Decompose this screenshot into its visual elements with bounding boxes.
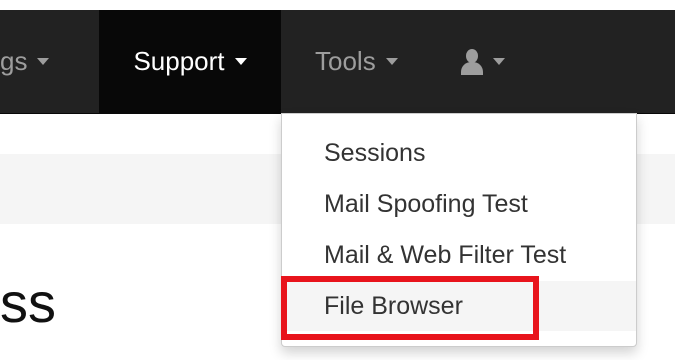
menu-item-sessions[interactable]: Sessions bbox=[282, 128, 636, 178]
menu-item-label: Mail Spoofing Test bbox=[324, 189, 528, 218]
support-dropdown-menu: Sessions Mail Spoofing Test Mail & Web F… bbox=[281, 113, 637, 347]
menu-item-mail-spoofing-test[interactable]: Mail Spoofing Test bbox=[282, 179, 636, 229]
nav-support-dropdown[interactable]: Support bbox=[99, 10, 281, 113]
caret-down-icon bbox=[37, 58, 50, 65]
user-icon bbox=[461, 48, 483, 75]
menu-item-file-browser[interactable]: File Browser bbox=[282, 281, 636, 331]
menu-item-label: Mail & Web Filter Test bbox=[324, 240, 567, 269]
nav-tools-label: Tools bbox=[315, 46, 376, 76]
menu-item-label: File Browser bbox=[324, 291, 463, 320]
caret-down-icon bbox=[493, 58, 505, 65]
caret-down-icon bbox=[385, 58, 398, 65]
nav-support-label: Support bbox=[133, 46, 225, 76]
menu-item-label: Sessions bbox=[324, 138, 426, 167]
nav-user-dropdown[interactable] bbox=[443, 10, 571, 113]
page-title: ss bbox=[0, 271, 56, 334]
page: gs Support Tools ss Sessions Mail Spoofi… bbox=[0, 0, 675, 360]
menu-item-mail-web-filter-test[interactable]: Mail & Web Filter Test bbox=[282, 230, 636, 280]
nav-settings-dropdown[interactable]: gs bbox=[0, 10, 99, 113]
nav-tools-dropdown[interactable]: Tools bbox=[289, 10, 450, 113]
nav-settings-label: gs bbox=[0, 46, 28, 76]
top-navbar: gs Support Tools bbox=[0, 10, 675, 114]
caret-down-icon bbox=[234, 58, 247, 65]
